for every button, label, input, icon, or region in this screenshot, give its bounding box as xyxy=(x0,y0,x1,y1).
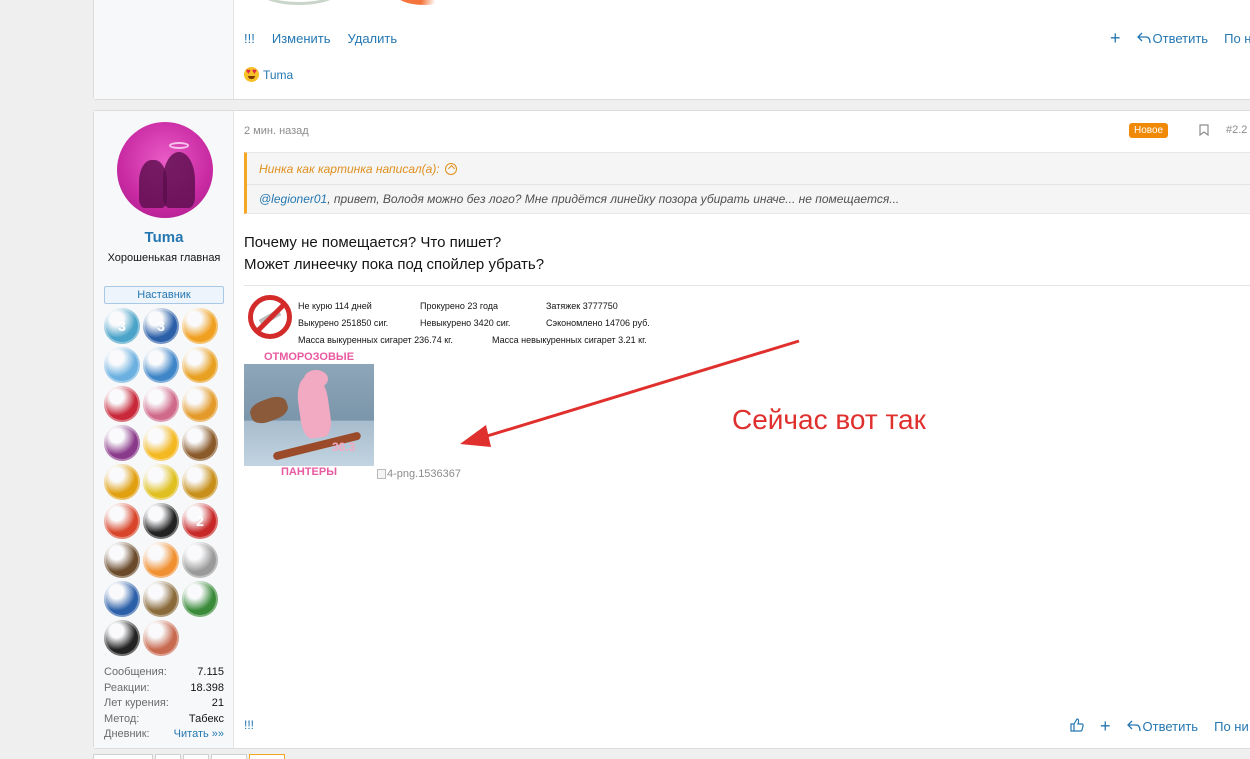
previous-image-fragment-2 xyxy=(394,0,454,5)
report-link[interactable]: !!! xyxy=(244,31,255,46)
love-emoji-icon xyxy=(244,67,259,82)
annotation-text: Сейчас вот так xyxy=(732,404,926,435)
reply-button[interactable]: Ответить xyxy=(1136,30,1209,46)
reply-label: Ответить xyxy=(1152,30,1209,46)
post-actions: + Ответить По ни xyxy=(1054,717,1249,735)
reaction-user[interactable]: Tuma xyxy=(263,68,293,82)
previous-post-sidebar xyxy=(94,0,234,99)
plus-icon[interactable]: + xyxy=(1100,717,1111,735)
edit-link[interactable]: Изменить xyxy=(272,31,331,46)
annotation-arrow xyxy=(460,339,800,447)
previous-image-fragment xyxy=(254,0,344,5)
more-link[interactable]: По ни xyxy=(1224,31,1250,46)
post: Tuma Хорошенькая главная Наставник 332 С… xyxy=(93,110,1250,749)
reaction-summary[interactable]: Tuma xyxy=(244,67,293,82)
previous-post-right-actions: + Ответить По ни xyxy=(1094,29,1250,47)
plus-icon[interactable]: + xyxy=(1110,29,1121,47)
reply-button[interactable]: Ответить xyxy=(1126,718,1199,734)
delete-link[interactable]: Удалить xyxy=(347,31,397,46)
pagination-fragment xyxy=(93,754,287,759)
previous-post: !!! Изменить Удалить + Ответить По ни Tu… xyxy=(93,0,1250,100)
reply-icon xyxy=(1136,32,1151,44)
more-link[interactable]: По ни xyxy=(1214,719,1249,734)
like-icon[interactable] xyxy=(1070,717,1084,735)
previous-post-actions: !!! Изменить Удалить xyxy=(244,31,414,46)
reply-icon xyxy=(1126,720,1141,732)
report-link[interactable]: !!! xyxy=(244,718,254,732)
reply-label: Ответить xyxy=(1142,718,1199,734)
